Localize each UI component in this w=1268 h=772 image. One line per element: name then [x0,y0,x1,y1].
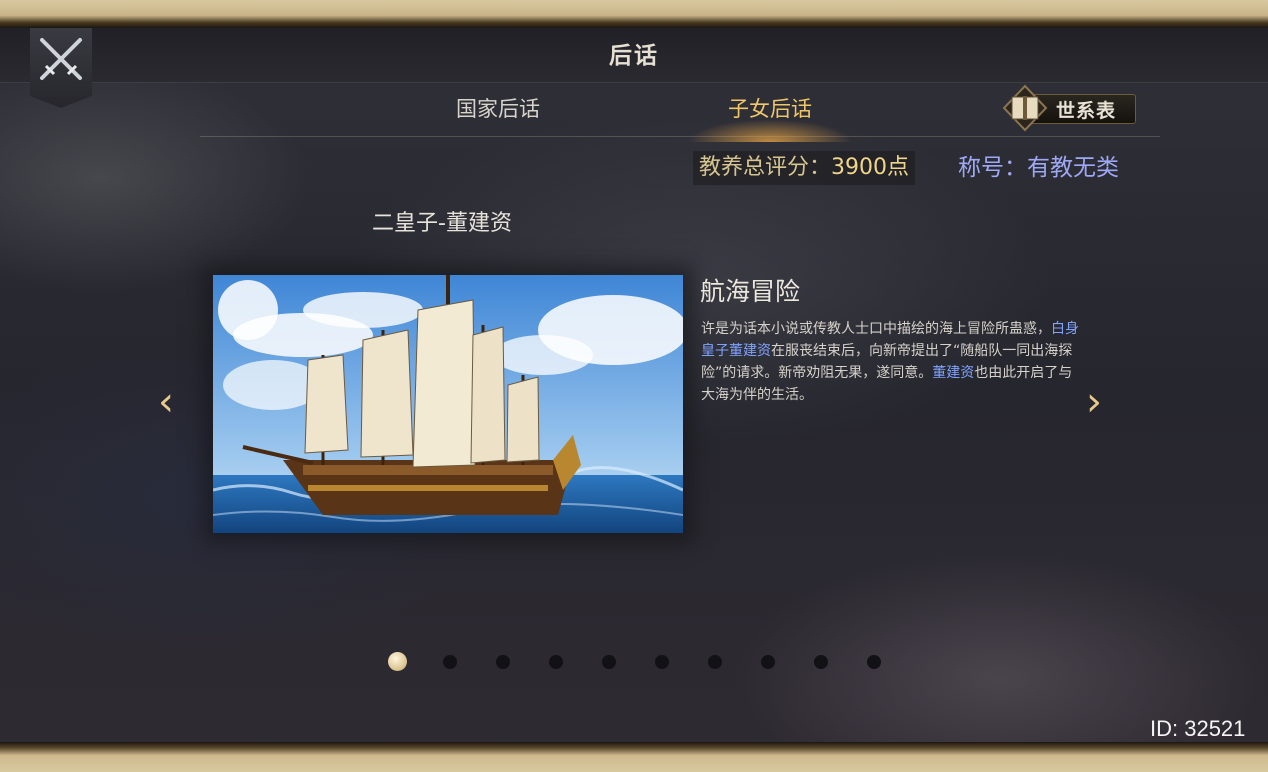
page-dot[interactable] [602,655,616,669]
player-id: ID: 32521 [1150,716,1246,741]
lineage-button-label: 世系表 [1056,100,1117,122]
next-arrow-icon[interactable]: › [1086,382,1102,422]
page-dot[interactable] [443,655,457,669]
top-frame-border [0,0,1268,28]
sailing-ship-illustration [213,275,683,533]
page-dot[interactable] [761,655,775,669]
story-heading: 航海冒险 [700,277,801,306]
page-dot[interactable] [388,652,407,671]
prev-arrow-icon[interactable]: ‹ [158,382,174,422]
book-icon [1002,84,1048,132]
highlighted-name: 董建资 [932,365,975,381]
lineage-chart-button[interactable]: 世系表 [1000,84,1140,134]
page-dot[interactable] [814,655,828,669]
story-text: 许是为话本小说或传教人士口中描绘的海上冒险所蛊惑， [701,321,1051,337]
page-dot[interactable] [549,655,563,669]
score-label: 教养总评分： [699,155,832,180]
tab-country-epilogue[interactable]: 国家后话 [398,84,598,136]
education-score: 教养总评分：3900点 [693,151,916,185]
crossed-swords-icon [40,38,82,80]
honorific-title: 称号：有教无类 [958,155,1119,181]
page-dot[interactable] [496,655,510,669]
close-button[interactable] [30,28,92,108]
story-illustration [213,275,683,533]
page-dot[interactable] [655,655,669,669]
score-value: 3900点 [831,155,910,180]
child-name: 二皇子-董建资 [372,211,512,236]
tab-children-epilogue[interactable]: 子女后话 [670,84,870,136]
story-body: 许是为话本小说或传教人士口中描绘的海上冒险所蛊惑，白身皇子董建资在服丧结束后，向… [701,318,1086,406]
page-title: 后话 [609,43,659,69]
page-dot[interactable] [867,655,881,669]
page-dot[interactable] [708,655,722,669]
bottom-frame-border [0,742,1268,772]
